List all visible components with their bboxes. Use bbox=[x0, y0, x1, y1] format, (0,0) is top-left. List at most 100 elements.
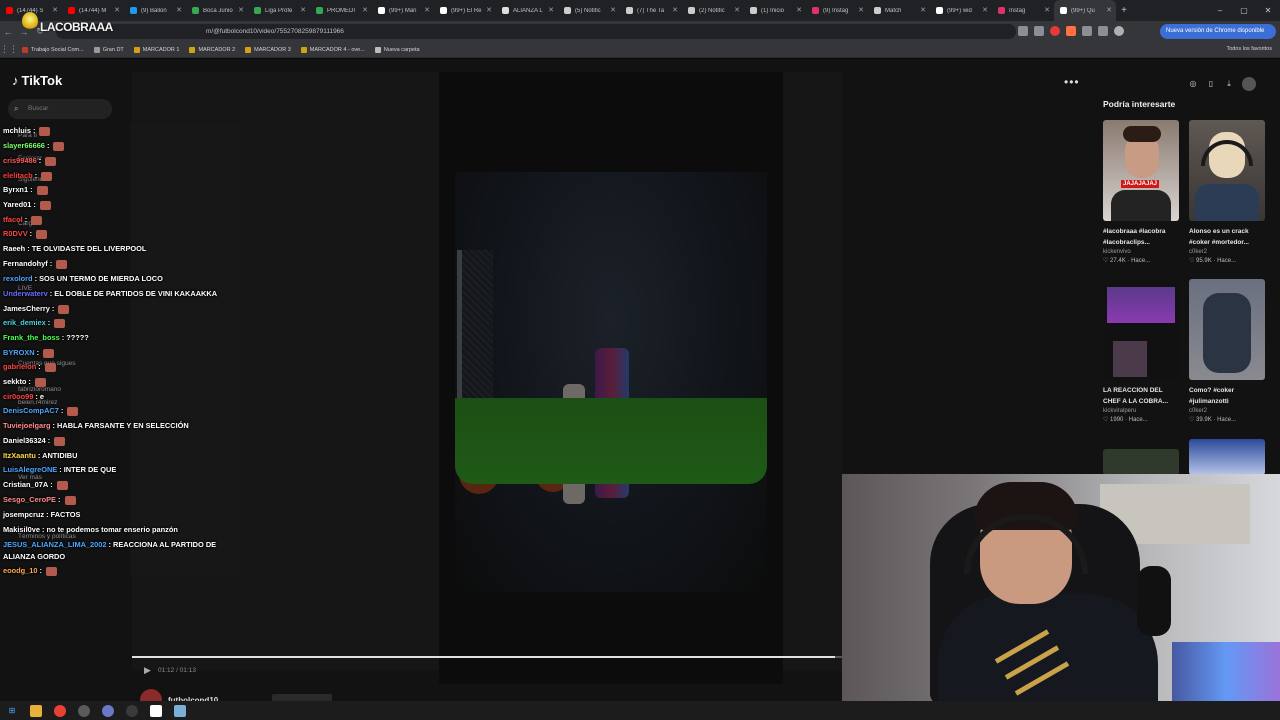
card-thumbnail[interactable] bbox=[1189, 439, 1265, 475]
browser-tab[interactable]: ALIANZA L ✕ bbox=[496, 0, 558, 21]
card-thumbnail[interactable] bbox=[1103, 279, 1179, 380]
tab-close-icon[interactable]: ✕ bbox=[52, 6, 58, 14]
tab-close-icon[interactable]: ✕ bbox=[486, 6, 492, 14]
chat-username[interactable]: JESUS_ALIANZA_LIMA_2002 bbox=[3, 540, 107, 549]
chat-username[interactable]: gabrielon bbox=[3, 362, 36, 371]
chat-username[interactable]: Underwaterv bbox=[3, 289, 48, 298]
chat-username[interactable]: R0DVV bbox=[3, 229, 28, 238]
device-icon[interactable]: ▯ bbox=[1206, 79, 1216, 89]
tab-close-icon[interactable]: ✕ bbox=[1106, 6, 1112, 14]
video-frame[interactable] bbox=[439, 72, 783, 684]
tab-close-icon[interactable]: ✕ bbox=[920, 6, 926, 14]
browser-tab[interactable]: (7) The Ta ✕ bbox=[620, 0, 682, 21]
chat-username[interactable]: DenisCompAC7 bbox=[3, 406, 59, 415]
cast-icon[interactable] bbox=[1018, 26, 1028, 36]
bookmark-item[interactable]: MARCADOR 1 bbox=[133, 46, 179, 53]
file-explorer-icon[interactable] bbox=[30, 704, 42, 717]
chat-username[interactable]: sekkto bbox=[3, 377, 26, 386]
card-thumbnail[interactable]: JAJAJAJAJ bbox=[1103, 120, 1179, 221]
browser-tab[interactable]: (2) Notific ✕ bbox=[682, 0, 744, 21]
video-progress-bar[interactable] bbox=[132, 656, 842, 658]
chat-username[interactable]: Byrxn1 bbox=[3, 185, 28, 194]
tab-close-icon[interactable]: ✕ bbox=[424, 6, 430, 14]
chat-username[interactable]: slayer66666 bbox=[3, 141, 45, 150]
card-thumbnail[interactable] bbox=[1103, 449, 1179, 475]
chat-username[interactable]: ItzXaantu bbox=[3, 451, 36, 460]
bookmark-item[interactable]: Trabajo Social Com... bbox=[22, 46, 84, 53]
profile-globe-icon[interactable] bbox=[1242, 77, 1256, 91]
browser-tab[interactable]: PROMEDI ✕ bbox=[310, 0, 372, 21]
browser-tab[interactable]: (14744) M ✕ bbox=[62, 0, 124, 21]
chat-username[interactable]: mchluis bbox=[3, 126, 31, 135]
back-icon[interactable]: ← bbox=[0, 27, 16, 37]
browser-tab[interactable]: (99+) wid ✕ bbox=[930, 0, 992, 21]
app-icon[interactable] bbox=[174, 704, 186, 717]
recommendation-card[interactable]: LA REACCION DEL CHEF A LA COBRA... kickv… bbox=[1103, 279, 1179, 423]
app-icon[interactable] bbox=[126, 704, 138, 717]
chat-username[interactable]: LuisAlegreONE bbox=[3, 465, 57, 474]
recommendation-card[interactable] bbox=[1189, 439, 1265, 475]
app-icon[interactable] bbox=[150, 704, 162, 717]
card-author[interactable]: kickenvivo bbox=[1103, 249, 1179, 255]
maximize-icon[interactable]: ▢ bbox=[1232, 0, 1256, 21]
chat-username[interactable]: cris99486 bbox=[3, 156, 37, 165]
apps-grid-icon[interactable]: ⋮⋮ bbox=[0, 44, 18, 55]
chat-username[interactable]: Daniel36324 bbox=[3, 436, 46, 445]
close-window-icon[interactable]: ✕ bbox=[1256, 0, 1280, 21]
bookmark-item[interactable]: MARCADOR 3 bbox=[245, 46, 291, 53]
chat-username[interactable]: erik_demiex bbox=[3, 318, 46, 327]
chat-username[interactable]: rexolord bbox=[3, 274, 33, 283]
recommendation-card[interactable]: JAJAJAJAJ #lacobraaa #lacobra #lacobracl… bbox=[1103, 120, 1179, 264]
all-bookmarks-link[interactable]: Todos los favoritos bbox=[1226, 46, 1272, 52]
browser-tab[interactable]: (9) Ballon ✕ bbox=[124, 0, 186, 21]
play-icon[interactable]: ▶ bbox=[144, 665, 151, 676]
chat-username[interactable]: BYROXN bbox=[3, 348, 35, 357]
card-thumbnail[interactable] bbox=[1189, 279, 1265, 380]
tab-close-icon[interactable]: ✕ bbox=[1044, 6, 1050, 14]
chat-username[interactable]: Tuviejoelgarg bbox=[3, 421, 51, 430]
bookmark-item[interactable]: Nueva carpeta bbox=[374, 46, 420, 53]
tab-close-icon[interactable]: ✕ bbox=[796, 6, 802, 14]
tab-close-icon[interactable]: ✕ bbox=[610, 6, 616, 14]
tab-close-icon[interactable]: ✕ bbox=[548, 6, 554, 14]
recommendation-card[interactable]: Como? #coker #julimanzotti c0ker2 ♡ 39.9… bbox=[1189, 279, 1265, 423]
tab-close-icon[interactable]: ✕ bbox=[300, 6, 306, 14]
tiktok-logo[interactable]: ♪ TikTok bbox=[12, 73, 62, 88]
tab-close-icon[interactable]: ✕ bbox=[982, 6, 988, 14]
extension-red-icon[interactable] bbox=[1050, 26, 1060, 36]
browser-tab[interactable]: (5) Notific ✕ bbox=[558, 0, 620, 21]
chat-username[interactable]: JamesCherry bbox=[3, 304, 50, 313]
more-options-icon[interactable]: ••• bbox=[1064, 75, 1080, 89]
chat-username[interactable]: josempcruz bbox=[3, 510, 44, 519]
profile-avatar-icon[interactable] bbox=[1114, 26, 1124, 36]
extension-orange-icon[interactable] bbox=[1066, 26, 1076, 36]
chat-username[interactable]: Cristian_07A bbox=[3, 480, 48, 489]
card-author[interactable]: kickviralperu bbox=[1103, 408, 1179, 414]
chat-username[interactable]: tfacol bbox=[3, 215, 23, 224]
chrome-update-button[interactable]: Nueva versión de Chrome disponible bbox=[1160, 24, 1276, 39]
browser-tab[interactable]: (99+) Man ✕ bbox=[372, 0, 434, 21]
new-tab-button[interactable]: + bbox=[1116, 5, 1132, 16]
bookmark-item[interactable]: MARCADOR 2 bbox=[189, 46, 235, 53]
bookmark-star-icon[interactable] bbox=[1034, 26, 1044, 36]
download-icon[interactable]: ⤓ bbox=[1224, 79, 1234, 89]
browser-tab[interactable]: Match ✕ bbox=[868, 0, 930, 21]
chat-username[interactable]: cir0oo99 bbox=[3, 392, 33, 401]
tab-close-icon[interactable]: ✕ bbox=[672, 6, 678, 14]
extensions-puzzle-icon[interactable] bbox=[1082, 26, 1092, 36]
start-icon[interactable]: ⊞ bbox=[6, 705, 18, 717]
tab-close-icon[interactable]: ✕ bbox=[362, 6, 368, 14]
browser-tab[interactable]: Boca Junio ✕ bbox=[186, 0, 248, 21]
recommendation-card[interactable] bbox=[1103, 449, 1179, 475]
chat-username[interactable]: eoodg_10 bbox=[3, 566, 38, 575]
browser-tab[interactable]: Instag ✕ bbox=[992, 0, 1054, 21]
compass-icon[interactable]: ◎ bbox=[1188, 79, 1198, 89]
card-author[interactable]: c0ker2 bbox=[1189, 249, 1265, 255]
card-thumbnail[interactable] bbox=[1189, 120, 1265, 221]
chat-username[interactable]: Fernandohyf bbox=[3, 259, 48, 268]
chat-username[interactable]: Raeeh bbox=[3, 244, 25, 253]
browser-tab[interactable]: (9) Instag ✕ bbox=[806, 0, 868, 21]
bookmark-item[interactable]: MARCADOR 4 - ove... bbox=[300, 46, 365, 53]
chat-username[interactable]: elelitacb bbox=[3, 171, 33, 180]
minimize-icon[interactable]: – bbox=[1208, 0, 1232, 21]
